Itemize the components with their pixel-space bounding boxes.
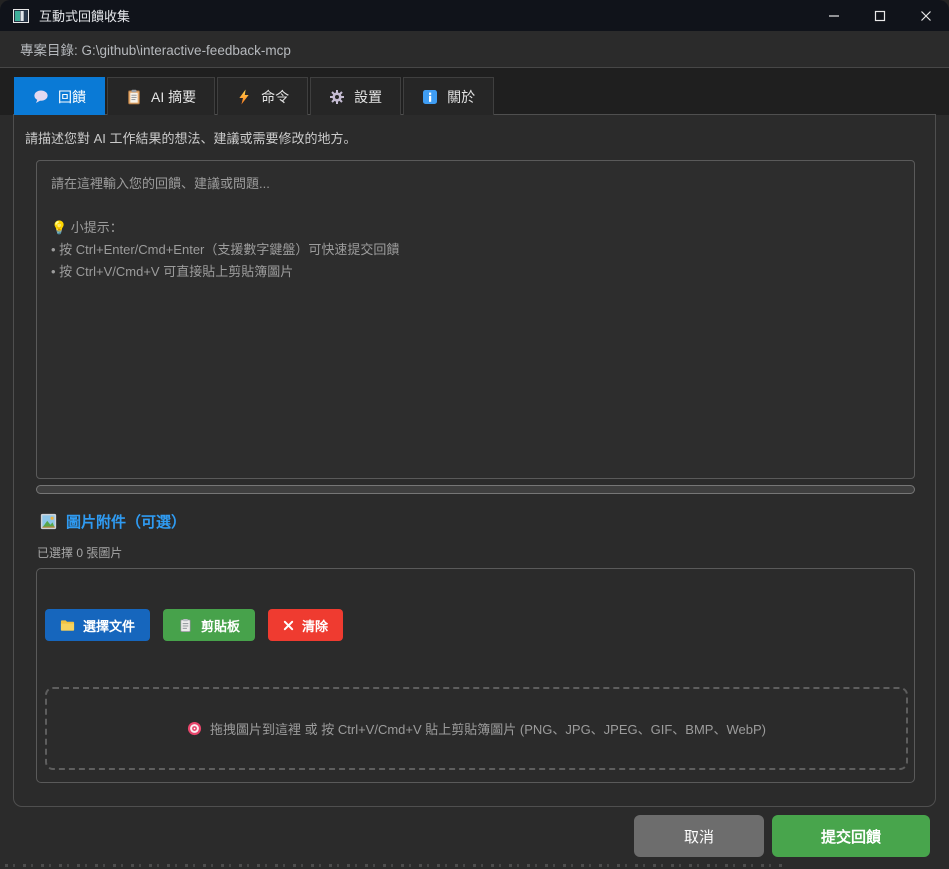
tab-label: 關於 [447,87,475,107]
clear-label: 清除 [302,616,328,635]
tab-feedback[interactable]: 回饋 [14,77,105,115]
image-count-text: 已選擇 0 張圖片 [37,544,122,561]
folder-icon [60,618,75,633]
tab-about[interactable]: 關於 [403,77,494,115]
picture-icon [40,513,57,530]
tabs: 回饋 AI 摘要 [14,77,496,115]
titlebar: 互動式回饋收集 [0,0,949,31]
feedback-pane: 請描述您對 AI 工作結果的想法、建議或需要修改的地方。 圖片附件（可選） 已選… [13,114,936,807]
gear-icon [329,89,345,105]
horizontal-scrollbar[interactable] [36,485,915,494]
choose-file-label: 選擇文件 [83,616,135,635]
target-icon [187,721,202,736]
clipboard-label: 剪貼板 [201,616,240,635]
app-icon [13,8,29,24]
tab-label: 回饋 [58,87,86,107]
image-dropzone[interactable]: 拖拽圖片到這裡 或 按 Ctrl+V/Cmd+V 貼上剪貼簿圖片 (PNG、JP… [45,687,908,770]
app-window: 互動式回饋收集 專案目錄: G:\github\interactive-feed… [0,0,949,869]
maximize-button[interactable] [857,0,903,31]
tab-settings[interactable]: 設置 [310,77,401,115]
close-button[interactable] [903,0,949,31]
tab-label: AI 摘要 [151,87,196,107]
feedback-description: 請描述您對 AI 工作結果的想法、建議或需要修改的地方。 [25,128,357,147]
image-buttons-row: 選擇文件 剪貼板 清除 [45,609,343,641]
clipboard-button[interactable]: 剪貼板 [163,609,255,641]
image-attachment-title: 圖片附件（可選） [66,511,186,532]
tab-label: 設置 [354,87,382,107]
x-icon [283,620,294,631]
minimize-button[interactable] [811,0,857,31]
tab-ai-summary[interactable]: AI 摘要 [107,77,215,115]
close-icon [920,10,932,22]
info-icon [422,89,438,105]
window-controls [811,0,949,31]
tab-command[interactable]: 命令 [217,77,308,115]
tab-label: 命令 [261,87,289,107]
feedback-textarea[interactable] [36,160,915,479]
window-title: 互動式回饋收集 [39,6,130,25]
image-attachment-header: 圖片附件（可選） [40,511,186,532]
lightning-icon [236,89,252,105]
submit-feedback-button[interactable]: 提交回饋 [772,815,930,857]
cancel-button[interactable]: 取消 [634,815,764,857]
image-attachment-groupbox: 選擇文件 剪貼板 清除 [36,568,915,783]
project-directory: 專案目錄: G:\github\interactive-feedback-mcp [0,31,949,67]
dropzone-text: 拖拽圖片到這裡 或 按 Ctrl+V/Cmd+V 貼上剪貼簿圖片 (PNG、JP… [210,719,766,738]
tabbar: 回饋 AI 摘要 [0,67,949,115]
clipboard-icon [126,89,142,105]
clear-button[interactable]: 清除 [268,609,343,641]
chat-bubble-icon [33,89,49,105]
minimize-icon [828,10,840,22]
maximize-icon [874,10,886,22]
clipped-status-text [5,864,785,867]
clipboard-icon [178,618,193,633]
choose-file-button[interactable]: 選擇文件 [45,609,150,641]
